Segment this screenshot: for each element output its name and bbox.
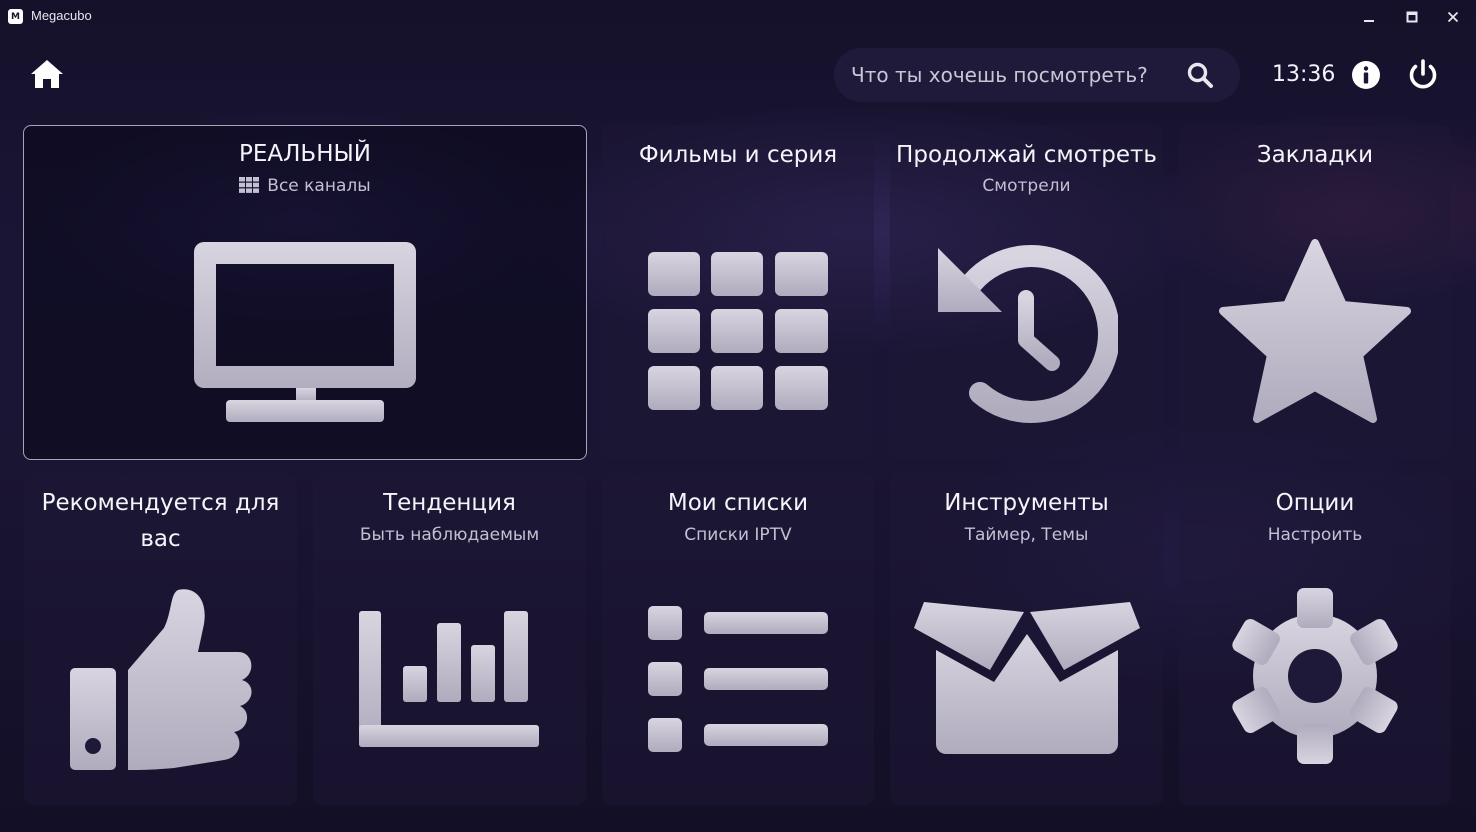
- close-button[interactable]: [1433, 4, 1473, 30]
- tile-title: Инструменты: [944, 490, 1109, 516]
- star-icon: [1219, 239, 1411, 423]
- tile-options[interactable]: Опции Настроить: [1179, 474, 1451, 805]
- tile-subtitle-text: Все каналы: [267, 176, 371, 196]
- grid-small-icon: [239, 177, 260, 193]
- tile-subtitle: Смотрели: [982, 176, 1071, 196]
- tile-title: Закладки: [1256, 142, 1374, 168]
- clock: 13:36: [1272, 62, 1336, 87]
- app-logo-letter: M: [11, 11, 20, 22]
- maximize-icon: [1406, 11, 1418, 23]
- list-icon: [648, 606, 828, 752]
- search-input[interactable]: [851, 63, 1171, 87]
- tile-tools[interactable]: Инструменты Таймер, Темы: [890, 474, 1163, 805]
- tile-trending[interactable]: Тенденция Быть наблюдаемым: [313, 474, 586, 805]
- tile-recommended[interactable]: Рекомендуется для вас: [24, 474, 297, 805]
- tile-subtitle: Таймер, Темы: [964, 525, 1089, 545]
- tile-title: Мои списки: [667, 490, 809, 516]
- tile-title: Фильмы и серия: [638, 142, 838, 168]
- window-title: Megacubo: [31, 8, 92, 23]
- tile-live[interactable]: РЕАЛЬНЫЙ Все каналы: [23, 125, 587, 460]
- tile-title: Опции: [1275, 490, 1355, 516]
- search-box[interactable]: [834, 48, 1240, 102]
- tile-subtitle: Настроить: [1267, 525, 1363, 545]
- home-button[interactable]: [28, 56, 66, 92]
- tile-title: Продолжай смотреть: [896, 142, 1157, 168]
- grid-icon: [648, 252, 828, 410]
- minimize-button[interactable]: [1349, 4, 1389, 30]
- power-icon[interactable]: [1406, 58, 1440, 92]
- gear-icon: [1229, 588, 1401, 764]
- history-icon: [938, 245, 1118, 423]
- tile-title: Тенденция: [383, 490, 516, 516]
- thumbs-up-icon: [70, 589, 252, 770]
- app-logo-icon: M: [8, 9, 23, 24]
- tile-subtitle: Быть наблюдаемым: [359, 525, 540, 545]
- close-icon: [1447, 11, 1459, 23]
- title-bar: M Megacubo: [0, 0, 1476, 32]
- tile-subtitle: Все каналы: [24, 175, 586, 197]
- tile-title: РЕАЛЬНЫЙ: [238, 141, 371, 167]
- home-icon: [31, 60, 63, 88]
- tile-title: Рекомендуется для вас: [41, 490, 280, 552]
- tile-continue-watching[interactable]: Продолжай смотреть Смотрели: [890, 125, 1163, 459]
- minimize-icon: [1364, 20, 1374, 22]
- tile-movies-series[interactable]: Фильмы и серия: [602, 125, 874, 459]
- tile-bookmarks[interactable]: Закладки: [1179, 125, 1451, 459]
- bar-chart-icon: [359, 611, 539, 747]
- tv-icon: [194, 242, 416, 422]
- box-open-icon: [914, 602, 1140, 754]
- search-icon[interactable]: [1186, 61, 1214, 89]
- tile-my-lists[interactable]: Мои списки Списки IPTV: [602, 474, 874, 805]
- info-icon[interactable]: [1350, 59, 1382, 91]
- maximize-button[interactable]: [1392, 4, 1432, 30]
- tile-subtitle: Списки IPTV: [684, 525, 792, 545]
